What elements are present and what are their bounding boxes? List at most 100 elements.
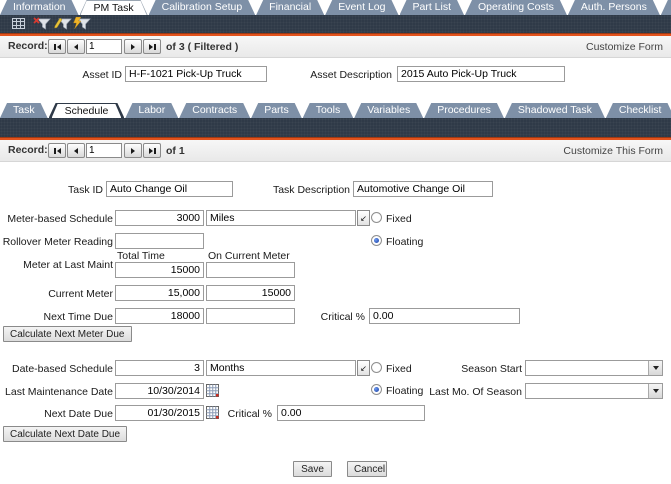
tab-tools[interactable]: Tools <box>303 103 354 118</box>
record-count-text: of 1 <box>166 145 185 157</box>
task-id-label: Task ID <box>68 184 103 196</box>
customize-this-form-link[interactable]: Customize This Form <box>563 145 663 157</box>
tab-auth-persons[interactable]: Auth. Persons <box>568 0 660 15</box>
prev-record-button[interactable] <box>67 143 85 158</box>
date-unit-input[interactable] <box>206 360 356 376</box>
tab-schedule[interactable]: Schedule <box>49 103 125 118</box>
rollover-input[interactable] <box>115 233 204 249</box>
asset-description-input[interactable] <box>397 66 565 82</box>
last-record-button[interactable] <box>143 143 161 158</box>
record-label: Record: <box>8 144 48 156</box>
last-maint-total-input[interactable] <box>115 262 204 278</box>
filter-flash-icon[interactable] <box>73 17 91 30</box>
date-fixed-label: Fixed <box>386 363 412 375</box>
prev-record-button[interactable] <box>67 39 85 54</box>
record-number-input[interactable] <box>86 39 122 54</box>
filter-edit-icon[interactable] <box>54 17 72 30</box>
cancel-button[interactable]: Cancel <box>347 461 387 477</box>
main-tab-bar: Information PM Task Calibration Setup Fi… <box>0 0 671 15</box>
meter-schedule-label: Meter-based Schedule <box>7 213 113 225</box>
pm-task-window: Information PM Task Calibration Setup Fi… <box>0 0 671 484</box>
next-time-due-current-input[interactable] <box>206 308 295 324</box>
calculate-next-meter-due-button[interactable]: Calculate Next Meter Due <box>3 326 132 342</box>
date-fixed-radio[interactable] <box>371 362 382 373</box>
tab-contracts[interactable]: Contracts <box>179 103 250 118</box>
date-unit-dropdown-icon[interactable]: ↙ <box>357 360 370 376</box>
asset-id-label: Asset ID <box>82 69 122 81</box>
date-critical-label: Critical % <box>228 408 272 420</box>
season-start-label: Season Start <box>461 363 522 375</box>
date-unit-combo: ↙ <box>206 360 370 376</box>
tab-shadowed-task[interactable]: Shadowed Task <box>505 103 605 118</box>
sub-tab-underbar <box>0 118 671 137</box>
task-description-label: Task Description <box>273 184 350 196</box>
tab-procedures[interactable]: Procedures <box>424 103 504 118</box>
date-schedule-input[interactable] <box>115 360 204 376</box>
next-date-due-calendar-icon[interactable] <box>206 406 219 419</box>
meter-fixed-radio[interactable] <box>371 212 382 223</box>
save-button[interactable]: Save <box>293 461 332 477</box>
tab-operating-costs[interactable]: Operating Costs <box>465 0 567 15</box>
next-date-due-input[interactable] <box>115 405 204 421</box>
current-meter-current-input[interactable] <box>206 285 295 301</box>
tab-pm-task[interactable]: PM Task <box>80 0 148 15</box>
tab-part-list[interactable]: Part List <box>400 0 465 15</box>
task-description-input[interactable] <box>353 181 493 197</box>
first-record-button[interactable] <box>48 143 66 158</box>
next-time-due-total-input[interactable] <box>115 308 204 324</box>
tab-parts[interactable]: Parts <box>251 103 302 118</box>
filter-remove-icon[interactable] <box>33 17 51 30</box>
grid-view-icon[interactable] <box>10 17 28 30</box>
task-id-input[interactable] <box>106 181 233 197</box>
date-floating-radio[interactable] <box>371 384 382 395</box>
record-number-input[interactable] <box>86 143 122 158</box>
tab-variables[interactable]: Variables <box>354 103 423 118</box>
tab-task[interactable]: Task <box>0 103 48 118</box>
season-start-dropdown[interactable] <box>525 360 663 376</box>
current-meter-total-input[interactable] <box>115 285 204 301</box>
record-count-text: of 3 ( Filtered ) <box>166 41 238 53</box>
last-mo-of-season-dropdown[interactable] <box>525 383 663 399</box>
next-date-due-label: Next Date Due <box>44 408 113 420</box>
meter-floating-label: Floating <box>386 236 423 248</box>
meter-unit-input[interactable] <box>206 210 356 226</box>
rollover-label: Rollover Meter Reading <box>3 236 113 248</box>
season-start-dropdown-icon[interactable] <box>648 361 662 375</box>
on-current-meter-column-header: On Current Meter <box>208 250 290 262</box>
last-mo-of-season-dropdown-icon[interactable] <box>648 384 662 398</box>
last-maintenance-date-calendar-icon[interactable] <box>206 384 219 397</box>
date-floating-label: Floating <box>386 385 423 397</box>
record-bar-top: Record: of 3 ( Filtered ) Customize Form <box>0 36 671 58</box>
customize-form-link[interactable]: Customize Form <box>586 41 663 53</box>
record-label: Record: <box>8 40 48 52</box>
calculate-next-date-due-button[interactable]: Calculate Next Date Due <box>3 426 127 442</box>
current-meter-label: Current Meter <box>48 288 113 300</box>
meter-fixed-label: Fixed <box>386 213 412 225</box>
meter-floating-radio[interactable] <box>371 235 382 246</box>
tab-grouping[interactable]: Grouping <box>661 0 671 15</box>
next-record-button[interactable] <box>124 143 142 158</box>
meter-schedule-input[interactable] <box>115 210 204 226</box>
last-maintenance-date-input[interactable] <box>115 383 204 399</box>
total-time-column-header: Total Time <box>117 250 165 262</box>
last-maint-current-input[interactable] <box>206 262 295 278</box>
asset-description-label: Asset Description <box>310 69 392 81</box>
tab-calibration-setup[interactable]: Calibration Setup <box>149 0 256 15</box>
first-record-button[interactable] <box>48 39 66 54</box>
tab-checklist[interactable]: Checklist <box>606 103 671 118</box>
date-critical-input[interactable] <box>277 405 425 421</box>
tab-financial[interactable]: Financial <box>256 0 324 15</box>
tab-labor[interactable]: Labor <box>125 103 178 118</box>
tab-information[interactable]: Information <box>0 0 79 15</box>
meter-critical-label: Critical % <box>321 311 365 323</box>
sub-tab-bar: Task Schedule Labor Contracts Parts Tool… <box>0 103 671 118</box>
asset-id-input[interactable] <box>125 66 267 82</box>
next-time-due-label: Next Time Due <box>44 311 113 323</box>
last-record-button[interactable] <box>143 39 161 54</box>
next-record-button[interactable] <box>124 39 142 54</box>
record-bar-sub: Record: of 1 Customize This Form <box>0 140 671 162</box>
date-schedule-label: Date-based Schedule <box>12 363 113 375</box>
meter-critical-input[interactable] <box>369 308 520 324</box>
meter-unit-dropdown-icon[interactable]: ↙ <box>357 210 370 226</box>
tab-event-log[interactable]: Event Log <box>325 0 398 15</box>
